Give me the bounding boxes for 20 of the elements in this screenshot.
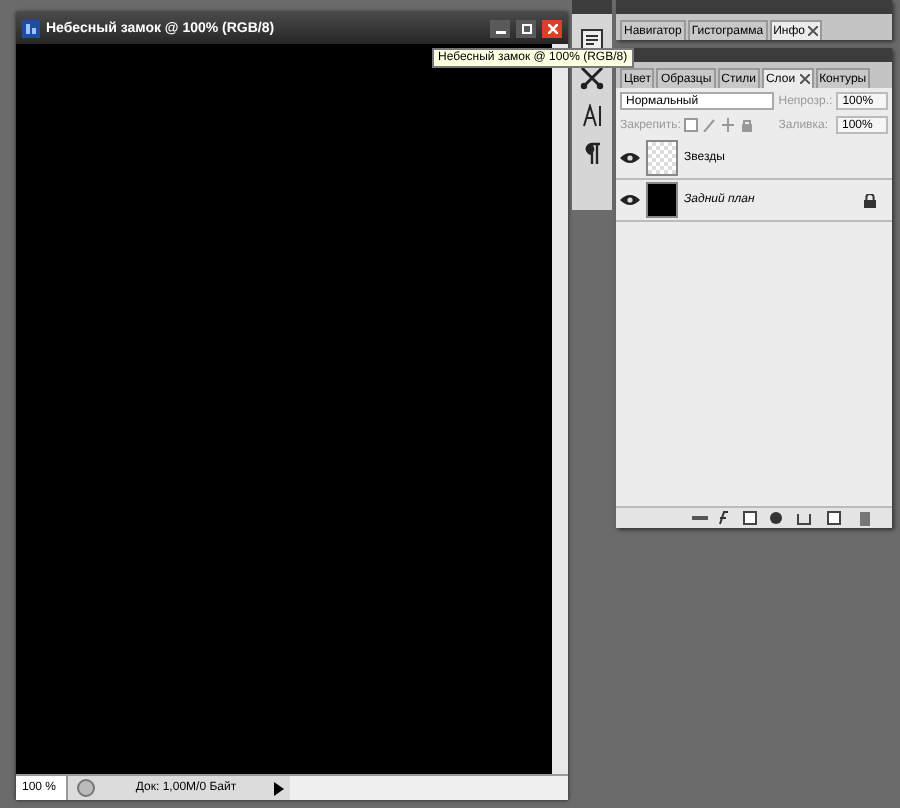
- eye-icon[interactable]: [620, 194, 640, 206]
- minimize-button[interactable]: [490, 19, 510, 37]
- horizontal-scrollbar[interactable]: [290, 776, 568, 800]
- layer-thumbnail: [646, 182, 678, 218]
- maximize-button[interactable]: [516, 19, 536, 37]
- maximize-icon: [521, 23, 531, 33]
- character-icon[interactable]: [580, 104, 604, 128]
- eye-icon[interactable]: [620, 152, 640, 164]
- layer-thumbnail: [646, 140, 678, 176]
- close-button[interactable]: [542, 19, 562, 37]
- scissors-icon[interactable]: [580, 66, 604, 90]
- close-icon[interactable]: [808, 26, 819, 36]
- close-icon[interactable]: [799, 74, 810, 84]
- paragraph-icon[interactable]: [580, 142, 604, 166]
- app-icon: [22, 19, 40, 37]
- globe-icon[interactable]: [76, 778, 96, 798]
- lock-options-icon[interactable]: [684, 118, 757, 132]
- close-icon: [547, 23, 557, 33]
- play-icon[interactable]: [272, 781, 286, 795]
- history-icon[interactable]: [580, 28, 604, 52]
